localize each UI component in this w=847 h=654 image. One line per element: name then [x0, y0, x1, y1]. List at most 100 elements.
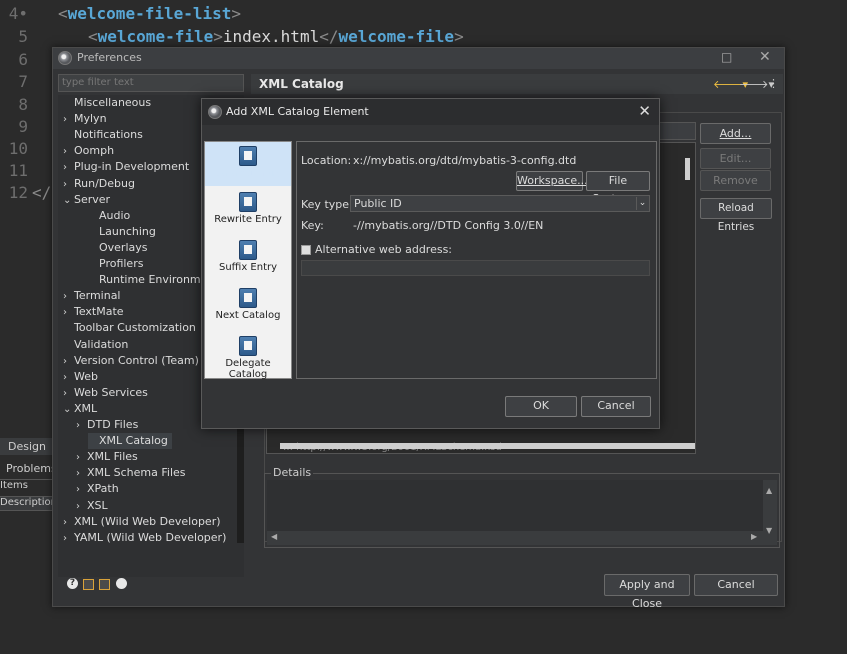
- help-icon[interactable]: ?: [67, 578, 78, 589]
- horizontal-scrollbar[interactable]: [280, 443, 695, 449]
- chevron-right-icon[interactable]: ›: [76, 499, 87, 515]
- chevron-right-icon[interactable]: ›: [76, 482, 87, 498]
- tree-item-xml-files[interactable]: › XML Files: [76, 449, 138, 465]
- tree-item-xml-schema-files[interactable]: › XML Schema Files: [76, 465, 186, 481]
- tree-item-web-services[interactable]: › Web Services: [63, 385, 148, 401]
- tree-item-oomph[interactable]: › Oomph: [63, 143, 114, 159]
- import-icon[interactable]: [83, 579, 94, 590]
- tree-item-label: DTD Files: [87, 418, 139, 431]
- suffix-entry-option[interactable]: Suffix Entry: [205, 240, 291, 273]
- code-line-12: </: [32, 183, 52, 202]
- tree-item-version-control-team[interactable]: › Version Control (Team): [63, 353, 199, 369]
- tree-item-miscellaneous[interactable]: Miscellaneous: [63, 95, 151, 111]
- chevron-right-icon[interactable]: ›: [63, 160, 74, 176]
- tree-item-audio[interactable]: Audio: [88, 208, 130, 224]
- chevron-right-icon[interactable]: ›: [76, 450, 87, 466]
- delegate-catalog-icon: [239, 336, 257, 356]
- record-icon[interactable]: [116, 578, 127, 589]
- ok-button[interactable]: OK: [505, 396, 577, 417]
- key-type-select[interactable]: Public ID ⌄: [350, 195, 650, 212]
- dialog-cancel-button[interactable]: Cancel: [581, 396, 651, 417]
- chevron-right-icon[interactable]: ›: [63, 305, 74, 321]
- chevron-right-icon[interactable]: ›: [63, 515, 74, 531]
- edit-button[interactable]: Edit...: [700, 148, 771, 169]
- file-system-button[interactable]: File System...: [586, 171, 650, 205]
- chevron-right-icon[interactable]: ›: [76, 466, 87, 482]
- chevron-down-icon[interactable]: ⌄: [63, 193, 74, 209]
- tree-item-xml-catalog[interactable]: XML Catalog: [88, 433, 172, 450]
- alternative-address-checkbox[interactable]: [301, 245, 311, 255]
- alternative-address-input[interactable]: [301, 260, 650, 276]
- dialog-titlebar[interactable]: Add XML Catalog Element ✕: [202, 99, 659, 125]
- problems-tab[interactable]: Problems: [0, 462, 55, 478]
- eclipse-icon: [58, 51, 72, 65]
- apply-and-close-button[interactable]: Apply and Close: [604, 574, 690, 610]
- page-header: XML Catalog 🡐▾ 🡒▾ ⋮: [251, 74, 783, 94]
- chevron-right-icon[interactable]: ›: [63, 289, 74, 305]
- tree-item-dtd-files[interactable]: › DTD Files: [76, 417, 138, 433]
- tree-item-server[interactable]: ⌄ Server: [63, 192, 110, 208]
- chevron-right-icon[interactable]: ›: [76, 418, 87, 434]
- line-number: 10: [8, 139, 28, 158]
- add-button[interactable]: Add...: [700, 123, 771, 144]
- tree-item-label: Web Services: [74, 385, 148, 399]
- tree-item-overlays[interactable]: Overlays: [88, 240, 148, 256]
- location-field[interactable]: x://mybatis.org/dtd/mybatis-3-config.dtd: [353, 154, 649, 167]
- delegate-catalog-option[interactable]: Delegate Catalog: [205, 336, 291, 380]
- rewrite-entry-option[interactable]: Rewrite Entry: [205, 192, 291, 225]
- tree-item-terminal[interactable]: › Terminal: [63, 288, 121, 304]
- tree-item-validation[interactable]: Validation: [63, 337, 128, 353]
- tree-item-xml[interactable]: ⌄ XML: [63, 401, 97, 417]
- scroll-up-icon[interactable]: ▲: [766, 486, 772, 495]
- tree-item-xml-wild-web-developer[interactable]: › XML (Wild Web Developer): [63, 514, 221, 530]
- remove-button[interactable]: Remove: [700, 170, 771, 191]
- tree-item-notifications[interactable]: Notifications: [63, 127, 143, 143]
- tree-item-mylyn[interactable]: › Mylyn: [63, 111, 107, 127]
- tree-item-label: Miscellaneous: [74, 96, 152, 109]
- catalog-entry-option[interactable]: Catalog Entry: [205, 142, 291, 186]
- chevron-right-icon[interactable]: ›: [63, 112, 74, 128]
- chevron-right-icon[interactable]: ›: [63, 370, 74, 386]
- vertical-scrollbar-thumb[interactable]: [685, 158, 690, 180]
- tree-item-textmate[interactable]: › TextMate: [63, 304, 124, 320]
- design-tab[interactable]: Design: [0, 438, 55, 455]
- export-icon[interactable]: [99, 579, 110, 590]
- reload-entries-button[interactable]: Reload Entries: [700, 198, 772, 233]
- alternative-address-label: Alternative web address:: [315, 243, 453, 256]
- key-field[interactable]: -//mybatis.org//DTD Config 3.0//EN: [353, 219, 649, 232]
- tree-item-yaml-wild-web-developer[interactable]: › YAML (Wild Web Developer): [63, 530, 226, 546]
- filter-input[interactable]: type filter text: [58, 74, 244, 92]
- scroll-left-icon[interactable]: ◀: [271, 532, 277, 541]
- tree-item-label: XML Catalog: [99, 434, 168, 448]
- tree-item-xsl[interactable]: › XSL: [76, 498, 108, 514]
- add-catalog-element-dialog: Add XML Catalog Element ✕ Catalog Entry …: [201, 98, 660, 429]
- tree-item-launching[interactable]: Launching: [88, 224, 156, 240]
- tree-item-profilers[interactable]: Profilers: [88, 256, 143, 272]
- tree-item-label: Version Control (Team): [74, 353, 199, 367]
- close-icon[interactable]: ✕: [638, 102, 651, 120]
- next-catalog-option[interactable]: Next Catalog: [205, 288, 291, 321]
- chevron-right-icon[interactable]: ›: [63, 144, 74, 160]
- chevron-right-icon[interactable]: ›: [63, 386, 74, 402]
- chevron-right-icon[interactable]: ›: [63, 177, 74, 193]
- cancel-button[interactable]: Cancel: [694, 574, 778, 596]
- scroll-down-icon[interactable]: ▼: [766, 526, 772, 535]
- close-icon[interactable]: ✕: [759, 49, 771, 65]
- tree-item-xpath[interactable]: › XPath: [76, 481, 119, 497]
- tree-item-plug-in-development[interactable]: › Plug-in Development: [63, 159, 189, 175]
- chevron-right-icon[interactable]: ›: [63, 354, 74, 370]
- chevron-down-icon[interactable]: ⌄: [63, 402, 74, 418]
- entry-type-panel[interactable]: Catalog Entry Rewrite Entry Suffix Entry…: [204, 141, 292, 380]
- tree-item-run-debug[interactable]: › Run/Debug: [63, 176, 135, 192]
- maximize-icon[interactable]: □: [721, 50, 732, 64]
- details-scrollbar[interactable]: ▲ ▼: [763, 480, 777, 545]
- tree-item-toolbar-customization[interactable]: Toolbar Customization: [63, 320, 196, 336]
- tree-item-web[interactable]: › Web: [63, 369, 98, 385]
- preferences-titlebar[interactable]: Preferences □ ✕: [53, 48, 784, 69]
- view-menu-icon[interactable]: ⋮: [768, 77, 779, 90]
- details-hscrollbar[interactable]: ◀ ▶: [267, 531, 763, 545]
- scroll-right-icon[interactable]: ▶: [751, 532, 757, 541]
- tree-item-label: Launching: [99, 224, 156, 238]
- workspace-button[interactable]: Workspace...: [516, 171, 588, 191]
- chevron-right-icon[interactable]: ›: [63, 531, 74, 547]
